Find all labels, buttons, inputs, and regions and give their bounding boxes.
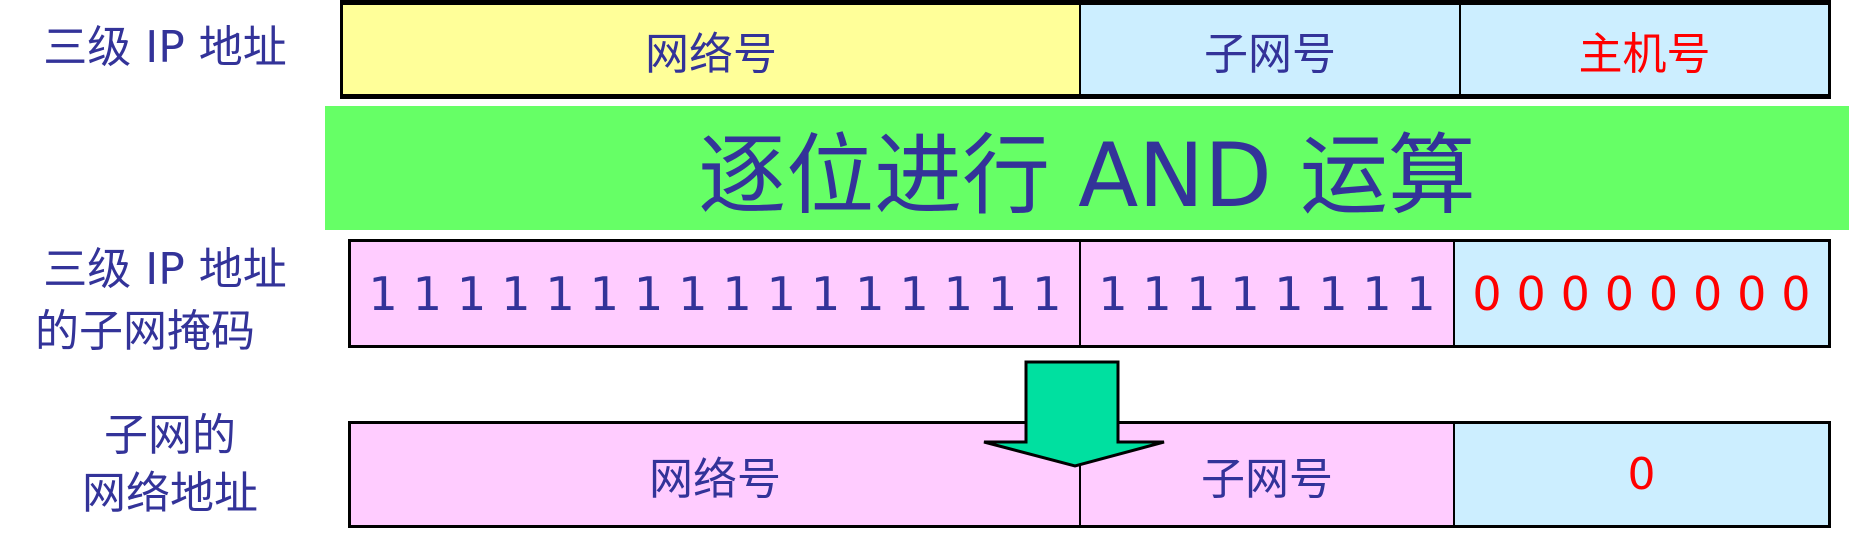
row3-label-line1: 子网的 bbox=[104, 410, 236, 461]
mask-network-bits: 1111111111111111 bbox=[351, 242, 1079, 345]
bit: 1 bbox=[412, 266, 443, 321]
row3-label-line2: 网络地址 bbox=[82, 468, 258, 519]
ip-address-row: 网络号 子网号 主机号 bbox=[340, 0, 1831, 99]
subnet-number-cell: 子网号 bbox=[1079, 5, 1459, 94]
down-arrow-overlay-icon bbox=[983, 360, 1165, 468]
row1-label: 三级 IP 地址 bbox=[43, 22, 287, 73]
bit: 1 bbox=[678, 266, 708, 321]
host-number-cell: 主机号 bbox=[1459, 5, 1828, 94]
bit: 1 bbox=[1362, 266, 1392, 321]
mask-host-bits: 00000000 bbox=[1453, 242, 1828, 345]
bit: 1 bbox=[1318, 266, 1348, 321]
bit: 1 bbox=[855, 266, 885, 321]
bit: 1 bbox=[545, 266, 575, 321]
bit: 1 bbox=[1142, 266, 1172, 321]
network-number-cell: 网络号 bbox=[343, 5, 1079, 94]
bit: 1 bbox=[1406, 266, 1436, 321]
bit: 1 bbox=[899, 266, 929, 321]
bit: 1 bbox=[589, 266, 620, 321]
bit: 0 bbox=[1516, 266, 1546, 321]
bit: 1 bbox=[633, 266, 664, 321]
bit: 1 bbox=[722, 266, 752, 321]
bit: 1 bbox=[1032, 266, 1062, 321]
bit: 0 bbox=[1693, 266, 1723, 321]
mask-subnet-bits: 11111111 bbox=[1079, 242, 1453, 345]
bit: 1 bbox=[987, 266, 1018, 321]
bit: 1 bbox=[456, 266, 487, 321]
bit: 0 bbox=[1781, 266, 1811, 321]
bit: 1 bbox=[943, 266, 974, 321]
bit: 0 bbox=[1737, 266, 1767, 321]
row2-label-line2: 的子网掩码 bbox=[35, 306, 255, 357]
bit: 1 bbox=[1274, 266, 1304, 321]
result-host-cell: 0 bbox=[1453, 424, 1828, 525]
bit: 1 bbox=[810, 266, 841, 321]
subnet-mask-row: 1111111111111111 11111111 00000000 bbox=[348, 239, 1831, 348]
bit: 1 bbox=[368, 266, 398, 321]
bit: 0 bbox=[1472, 266, 1502, 321]
bit: 1 bbox=[1186, 266, 1216, 321]
and-operation-banner: 逐位进行 AND 运算 bbox=[325, 106, 1849, 230]
bit: 1 bbox=[501, 266, 531, 321]
bit: 1 bbox=[766, 266, 797, 321]
result-network-number-cell: 网络号 bbox=[351, 424, 1079, 525]
bit: 0 bbox=[1604, 266, 1635, 321]
bit: 0 bbox=[1648, 266, 1679, 321]
row2-label-line1: 三级 IP 地址 bbox=[43, 244, 287, 295]
bit: 1 bbox=[1230, 266, 1260, 321]
bit: 1 bbox=[1098, 266, 1128, 321]
bit: 0 bbox=[1560, 266, 1590, 321]
